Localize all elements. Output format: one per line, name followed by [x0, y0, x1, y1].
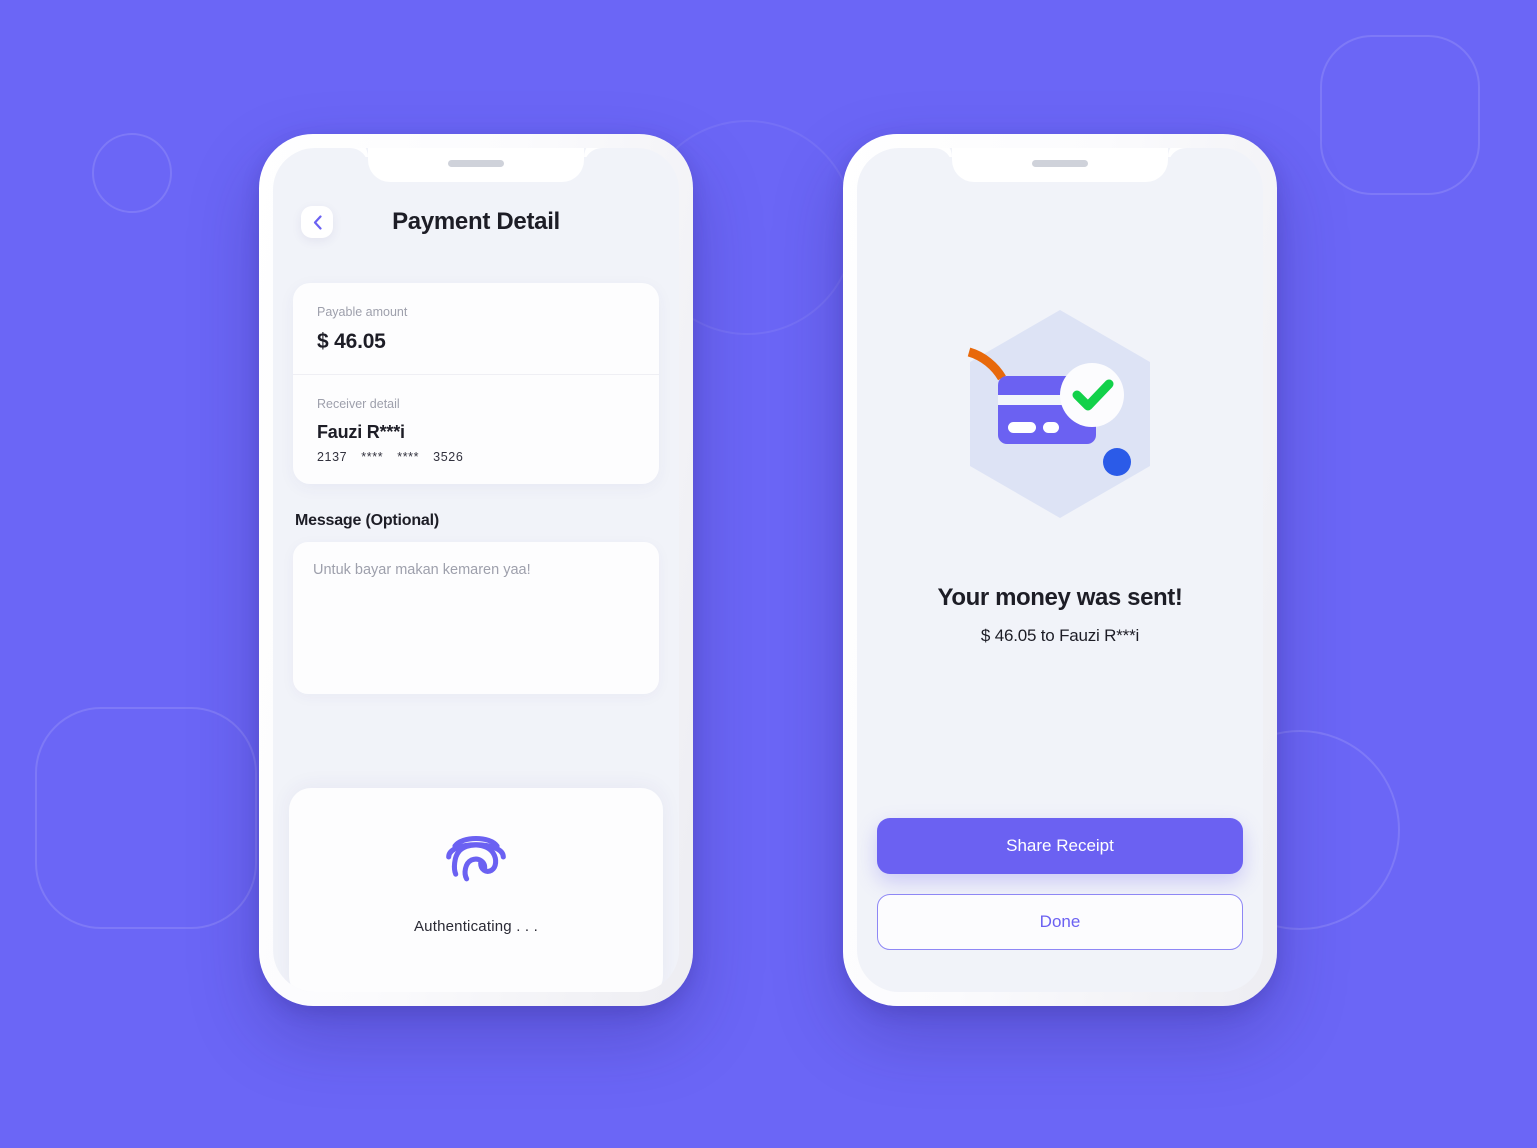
- check-circle-icon: [1060, 363, 1124, 427]
- screen-payment-success: Your money was sent! $ 46.05 to Fauzi R*…: [857, 148, 1263, 992]
- phone-speaker: [1032, 160, 1088, 167]
- background-decor-squircle-bottom-left: [35, 707, 257, 929]
- background-decor-squircle-top-right: [1320, 35, 1480, 195]
- phone-mockup-success: Your money was sent! $ 46.05 to Fauzi R*…: [843, 134, 1277, 1006]
- fingerprint-icon[interactable]: [437, 818, 515, 896]
- phone-speaker: [448, 160, 504, 167]
- success-content: Your money was sent! $ 46.05 to Fauzi R*…: [857, 148, 1263, 646]
- payment-success-illustration: [967, 310, 1150, 518]
- receiver-name: Fauzi R***i: [317, 422, 405, 442]
- card-number-part: ****: [397, 450, 420, 464]
- card-number-part: 3526: [433, 450, 464, 464]
- done-button[interactable]: Done: [877, 894, 1243, 950]
- authentication-panel: Authenticating . . .: [289, 788, 663, 992]
- phone-mockup-payment-detail: Payment Detail Payable amount $ 46.05 Re…: [259, 134, 693, 1006]
- receiver-card-number: 2137 **** **** 3526: [317, 450, 635, 464]
- payable-amount-label: Payable amount: [317, 305, 408, 319]
- blue-dot: [1103, 448, 1131, 476]
- payment-detail-card: Payable amount $ 46.05 Receiver detail F…: [293, 283, 659, 484]
- share-receipt-button[interactable]: Share Receipt: [877, 818, 1243, 874]
- success-actions: Share Receipt Done: [877, 818, 1243, 950]
- background-decor-circle-top-left: [92, 133, 172, 213]
- success-title: Your money was sent!: [937, 584, 1183, 611]
- success-subtitle: $ 46.05 to Fauzi R***i: [980, 626, 1140, 645]
- receiver-detail-section: Receiver detail Fauzi R***i 2137 **** **…: [293, 374, 659, 484]
- card-number-part: ****: [361, 450, 384, 464]
- message-placeholder: Untuk bayar makan kemaren yaa!: [313, 562, 531, 578]
- receiver-detail-label: Receiver detail: [317, 397, 400, 411]
- message-input[interactable]: Untuk bayar makan kemaren yaa!: [293, 542, 659, 694]
- payable-amount-section: Payable amount $ 46.05: [293, 283, 659, 374]
- message-label: Message (Optional): [295, 512, 439, 529]
- screen-payment-detail: Payment Detail Payable amount $ 46.05 Re…: [273, 148, 679, 992]
- page-title: Payment Detail: [392, 208, 560, 235]
- card-number-part: 2137: [317, 450, 348, 464]
- authentication-status: Authenticating . . .: [413, 918, 539, 935]
- payable-amount-value: $ 46.05: [317, 330, 386, 353]
